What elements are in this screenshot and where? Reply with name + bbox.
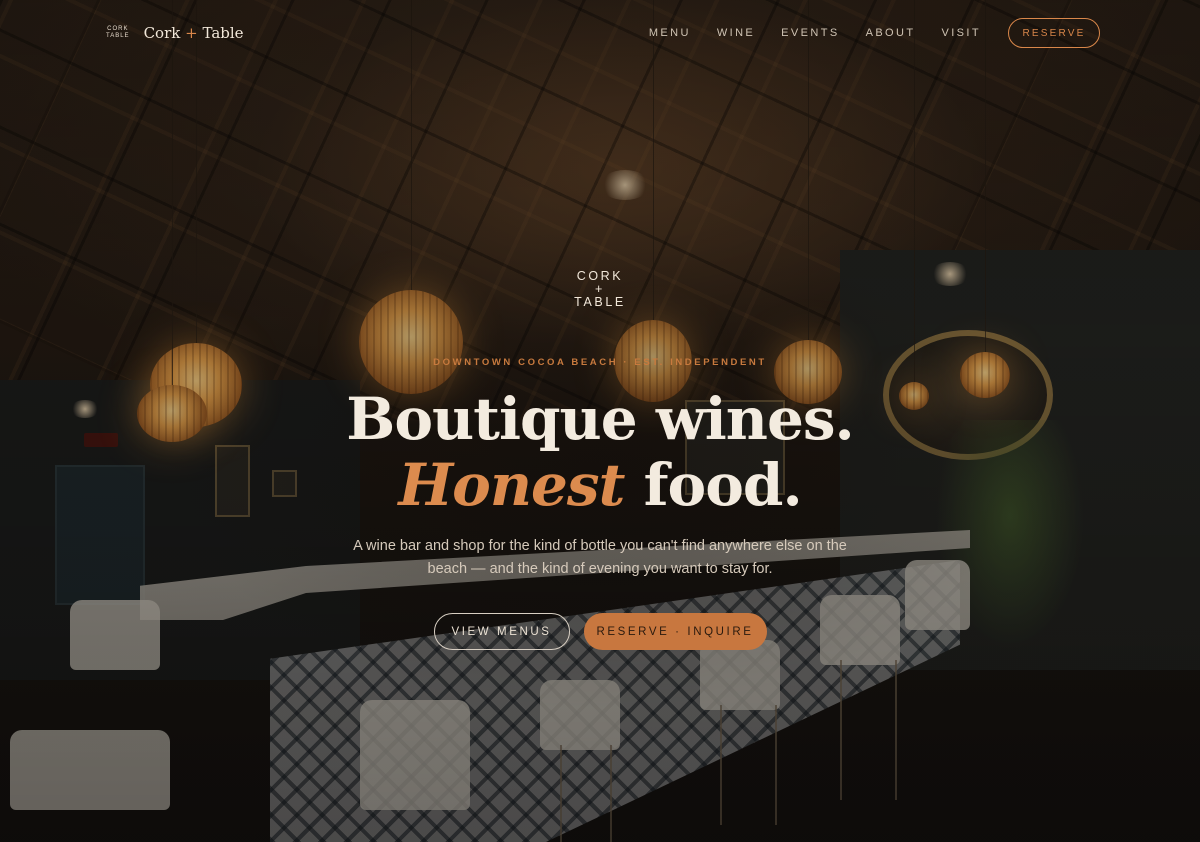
headline-accent: Honest — [398, 451, 625, 519]
headline-line: Boutique wines. — [346, 385, 854, 453]
hero-cta-row: VIEW MENUS RESERVE · INQUIRE — [0, 613, 1200, 650]
hero-subcopy: A wine bar and shop for the kind of bott… — [353, 538, 847, 577]
view-menus-button[interactable]: VIEW MENUS — [433, 613, 570, 650]
reserve-inquire-button[interactable]: RESERVE · INQUIRE — [583, 613, 767, 650]
hero-section: CORK + TABLE DOWNTOWN COCOA BEACH · EST.… — [0, 0, 1200, 842]
logo-line: TABLE — [574, 295, 626, 309]
hero-headline: Boutique wines. Honest food. — [0, 386, 1200, 518]
headline-line: food. — [643, 451, 803, 519]
hero-logo: CORK + TABLE — [550, 270, 650, 309]
hero-eyebrow: DOWNTOWN COCOA BEACH · EST. INDEPENDENT — [433, 357, 767, 368]
